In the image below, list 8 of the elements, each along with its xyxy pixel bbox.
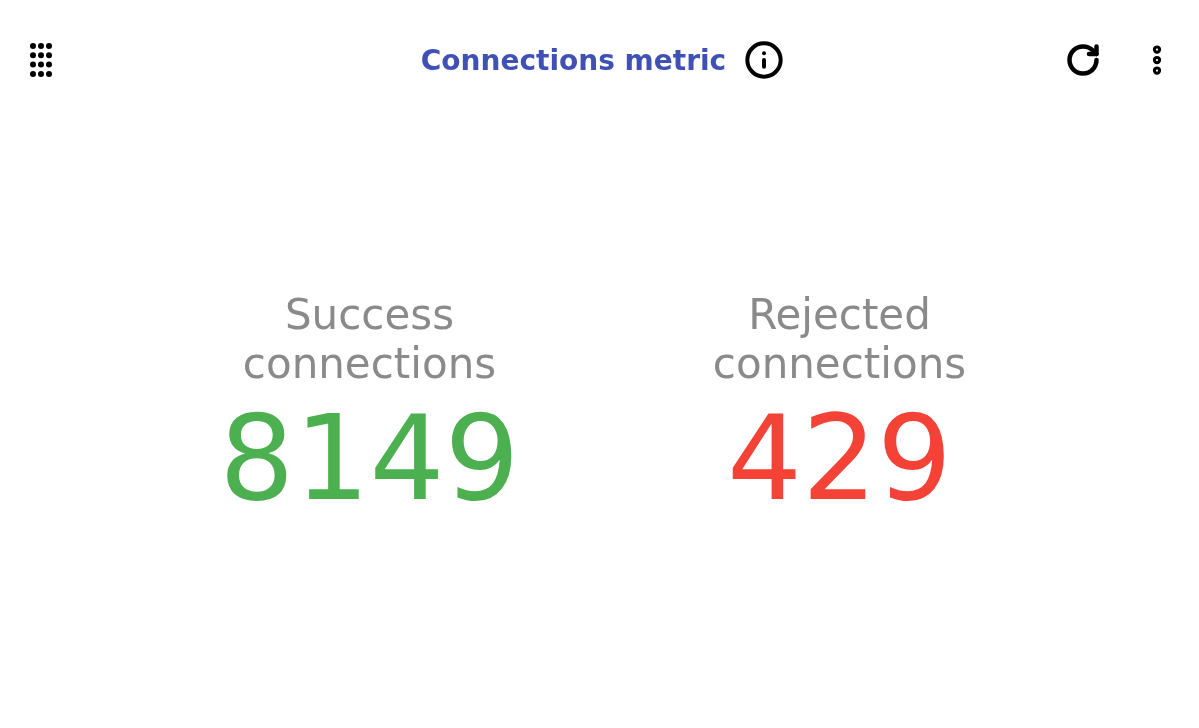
drag-handle-icon[interactable] [30,43,52,77]
metric-label: Success connections [241,290,498,388]
metric-value: 8149 [219,388,520,528]
info-icon[interactable] [744,40,785,80]
metric-label: Rejected connections [711,290,968,388]
refresh-icon[interactable] [1065,42,1101,78]
widget-title: Connections metric [420,43,727,77]
metric-value: 429 [726,388,953,528]
